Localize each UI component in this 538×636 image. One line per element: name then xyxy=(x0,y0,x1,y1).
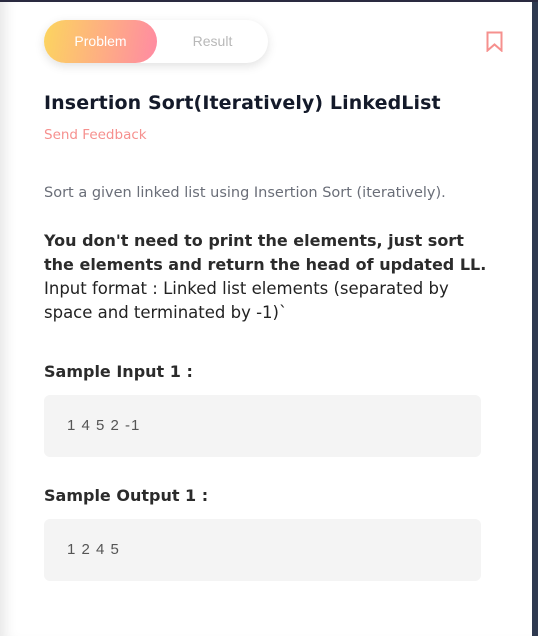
problem-panel: Problem Result Insertion Sort(Iterativel… xyxy=(0,2,532,636)
tab-result[interactable]: Result xyxy=(157,20,268,63)
problem-result-toggle: Problem Result xyxy=(44,20,268,63)
sample-output-label: Sample Output 1 : xyxy=(44,486,209,505)
sample-input-box: 1 4 5 2 -1 xyxy=(44,395,481,457)
problem-body: You don't need to print the elements, ju… xyxy=(44,229,494,325)
bookmark-icon[interactable] xyxy=(486,31,503,56)
problem-description: Sort a given linked list using Insertion… xyxy=(44,185,446,201)
sample-input-label: Sample Input 1 : xyxy=(44,362,193,381)
tab-problem[interactable]: Problem xyxy=(44,20,157,63)
sample-output-box: 1 2 4 5 xyxy=(44,519,481,581)
problem-title: Insertion Sort(Iteratively) LinkedList xyxy=(44,92,441,114)
note-text: You don't need to print the elements, ju… xyxy=(44,231,487,274)
input-format-text: Input format : Linked list elements (sep… xyxy=(44,279,449,322)
send-feedback-link[interactable]: Send Feedback xyxy=(44,127,147,143)
